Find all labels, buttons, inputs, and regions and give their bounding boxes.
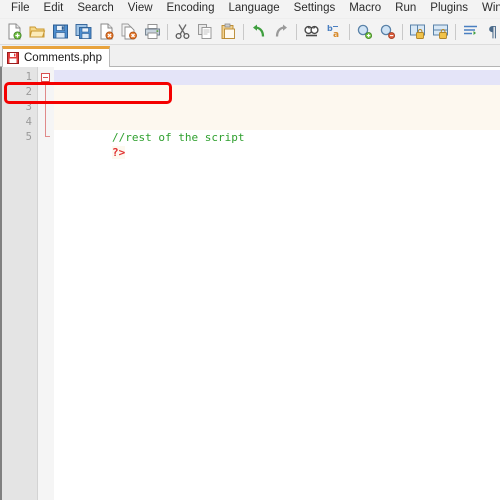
line-number: 3 bbox=[25, 101, 32, 113]
close-all-files-icon[interactable] bbox=[119, 21, 140, 42]
menu-view[interactable]: View bbox=[121, 0, 160, 18]
line-number-gutter: 1 2 3 4 5 bbox=[2, 67, 38, 500]
menu-run[interactable]: Run bbox=[388, 0, 423, 18]
show-all-chars-icon[interactable]: ¶ bbox=[483, 21, 500, 42]
menu-edit[interactable]: Edit bbox=[37, 0, 71, 18]
line-number: 2 bbox=[25, 86, 32, 98]
toolbar-separator bbox=[455, 23, 456, 40]
toolbar: b a ¶ bbox=[0, 19, 500, 45]
toolbar-separator bbox=[349, 23, 350, 40]
save-all-icon[interactable] bbox=[73, 21, 94, 42]
menu-settings[interactable]: Settings bbox=[287, 0, 343, 18]
sync-vertical-icon[interactable] bbox=[407, 21, 428, 42]
undo-icon[interactable] bbox=[248, 21, 269, 42]
menu-search[interactable]: Search bbox=[70, 0, 120, 18]
print-icon[interactable] bbox=[142, 21, 163, 42]
code-line[interactable] bbox=[54, 100, 500, 115]
menu-window[interactable]: Window bbox=[475, 0, 500, 18]
notepadpp-window: File Edit Search View Encoding Language … bbox=[0, 0, 500, 500]
paste-icon[interactable] bbox=[218, 21, 239, 42]
code-text-area[interactable]: <?php apd_set_pprof_trace(); //rest of t… bbox=[54, 67, 500, 500]
toolbar-separator bbox=[296, 23, 297, 40]
close-file-icon[interactable] bbox=[96, 21, 117, 42]
sync-horizontal-icon[interactable] bbox=[430, 21, 451, 42]
tab-label: Comments.php bbox=[24, 52, 102, 64]
code-token-php-close: ?> bbox=[111, 146, 126, 159]
unsaved-file-icon bbox=[7, 52, 19, 64]
tab-bar: Comments.php bbox=[0, 45, 500, 67]
zoom-in-icon[interactable] bbox=[354, 21, 375, 42]
open-file-icon[interactable] bbox=[27, 21, 48, 42]
code-folding-column[interactable] bbox=[38, 67, 54, 500]
code-line[interactable]: //rest of the script bbox=[54, 115, 500, 144]
menu-encoding[interactable]: Encoding bbox=[160, 0, 222, 18]
line-number: 5 bbox=[25, 131, 32, 143]
tab-comments-php[interactable]: Comments.php bbox=[2, 46, 110, 67]
new-file-icon[interactable] bbox=[4, 21, 25, 42]
menu-macro[interactable]: Macro bbox=[342, 0, 388, 18]
copy-icon[interactable] bbox=[195, 21, 216, 42]
cut-icon[interactable] bbox=[172, 21, 193, 42]
code-line[interactable]: ?> bbox=[54, 130, 500, 159]
code-line[interactable]: apd_set_pprof_trace(); bbox=[54, 85, 500, 114]
line-number: 1 bbox=[25, 71, 32, 83]
save-icon[interactable] bbox=[50, 21, 71, 42]
fold-collapse-icon[interactable] bbox=[41, 73, 50, 82]
toolbar-separator bbox=[167, 23, 168, 40]
menu-file[interactable]: File bbox=[4, 0, 37, 18]
toolbar-separator bbox=[402, 23, 403, 40]
line-number: 4 bbox=[25, 116, 32, 128]
replace-icon[interactable]: b a bbox=[324, 21, 345, 42]
svg-text:¶: ¶ bbox=[488, 23, 498, 40]
find-icon[interactable] bbox=[301, 21, 322, 42]
fold-range-line bbox=[45, 83, 46, 137]
menu-language[interactable]: Language bbox=[221, 0, 286, 18]
word-wrap-icon[interactable] bbox=[460, 21, 481, 42]
code-line[interactable]: <?php bbox=[54, 70, 500, 99]
zoom-out-icon[interactable] bbox=[377, 21, 398, 42]
svg-text:a: a bbox=[333, 30, 339, 40]
menu-plugins[interactable]: Plugins bbox=[423, 0, 475, 18]
menu-bar: File Edit Search View Encoding Language … bbox=[0, 0, 500, 19]
fold-range-end bbox=[45, 136, 50, 137]
editor-area[interactable]: 1 2 3 4 5 <?php apd_set_pprof_trace(); bbox=[0, 67, 500, 500]
redo-icon[interactable] bbox=[271, 21, 292, 42]
toolbar-separator bbox=[243, 23, 244, 40]
